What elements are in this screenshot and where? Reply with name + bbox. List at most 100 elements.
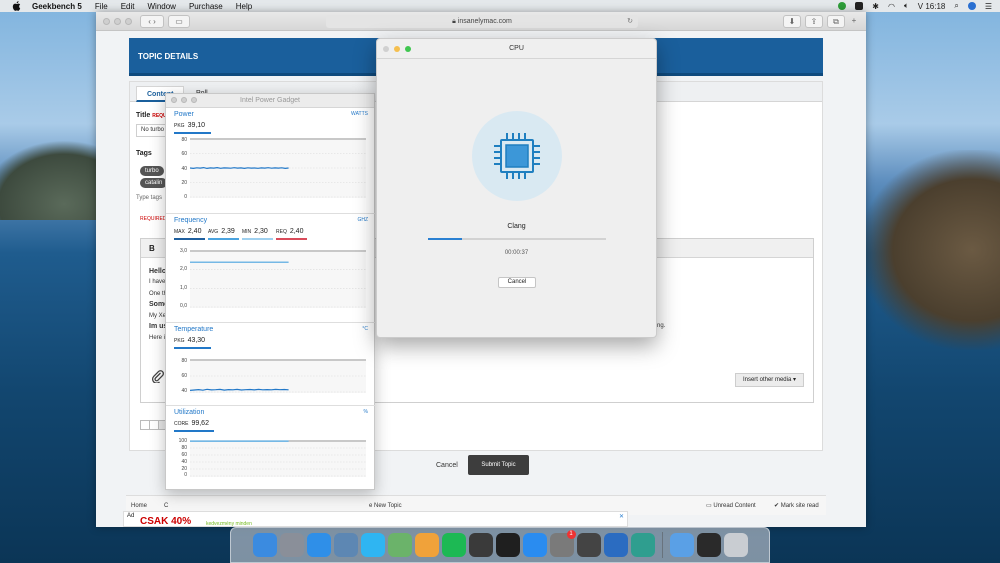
downloads-icon[interactable]: ⬇ [783,15,801,28]
app-store-icon[interactable] [522,533,547,557]
section-unit: GHZ [357,217,368,223]
system-preferences-icon[interactable]: 1 [549,530,576,557]
cpu-titlebar: CPU [377,39,656,59]
address-bar[interactable]: 🔒︎ insanelymac.com ↻ [326,15,638,28]
status-area: ✱ ◠ 🔈︎ V 16:18 ⌕ ☰ [838,0,992,12]
progress-fill [428,238,462,240]
utilization-plot [190,440,366,477]
reload-icon[interactable]: ↻ [627,15,633,28]
back-forward-button[interactable]: ‹ › [140,15,164,28]
launchpad-icon[interactable] [279,533,304,557]
elapsed-time: 00:00:37 [504,250,529,256]
temperature-section: Temperature °C PKG 43,30 80 60 40 [166,323,376,406]
cpu-chip-icon [472,111,562,201]
bluetooth-icon[interactable]: ✱ [872,2,879,11]
temperature-chart-svg [190,359,366,393]
disk-icon[interactable] [576,533,601,557]
tag-chip[interactable]: catalin [140,178,168,188]
menu-file[interactable]: File [95,2,108,11]
dock-separator [661,532,663,558]
bold-button[interactable]: B [149,244,155,253]
menu-window[interactable]: Window [148,2,176,11]
menu-edit[interactable]: Edit [121,2,135,11]
control-center-icon[interactable]: ☰ [985,2,992,11]
add-tab-icon[interactable]: + [847,15,861,28]
url-text: insanelymac.com [457,18,512,25]
photos-icon[interactable] [414,533,439,557]
ad-headline: CSAK 40% [140,516,192,527]
attachment-icon[interactable] [151,369,165,384]
menu-app-name[interactable]: Geekbench 5 [32,2,82,11]
section-title: Temperature [174,326,214,333]
y-tick: 60 [181,452,187,458]
insert-media-button[interactable]: Insert other media ▾ [734,373,804,387]
cancel-button[interactable]: Cancel [498,277,536,288]
zoom-button[interactable] [125,18,132,25]
current-task: Clang [507,223,526,230]
finder-icon[interactable] [252,533,277,557]
utilization-section: Utilization % CORE 99,62 100 80 60 40 20 … [166,406,376,491]
volume-icon[interactable]: 🔈︎ [904,1,909,11]
power-gadget-icon[interactable] [603,533,628,557]
globe-icon[interactable] [468,533,493,557]
y-tick: 40 [181,459,187,465]
spotify-icon[interactable] [441,533,466,557]
metric-req: REQ 2,40 [276,228,307,240]
tag-chip[interactable]: turbo [140,166,164,176]
section-title: Frequency [174,217,208,224]
trash-icon[interactable] [723,533,748,557]
maps-icon[interactable] [387,533,412,557]
terminal-icon[interactable] [696,533,721,557]
section-unit: °C [362,326,368,332]
status-green-icon[interactable] [838,2,847,10]
signature-toggle[interactable] [140,420,168,430]
safari-toolbar: ‹ › ▭ 🔒︎ insanelymac.com ↻ ⬇ ⇪ ⧉ + [96,12,866,31]
close-button[interactable] [103,18,110,25]
dock: 1 [230,527,770,563]
apple-menu-icon[interactable] [12,1,22,11]
wifi-icon[interactable]: ◠ [888,2,895,11]
metric-max: MAX 2,40 [174,228,205,240]
y-tick: 0,0 [180,303,187,309]
clock[interactable]: V 16:18 [918,2,946,11]
status-app-icon[interactable] [855,2,864,10]
menu-purchase[interactable]: Purchase [189,2,223,11]
cliff [860,150,1000,350]
tabs-icon[interactable]: ⧉ [827,15,845,28]
y-tick: 100 [178,438,187,444]
menu-help[interactable]: Help [236,2,252,11]
cancel-link[interactable]: Cancel [436,462,458,469]
share-icon[interactable]: ⇪ [805,15,823,28]
downloads-folder-icon[interactable] [669,533,694,557]
mark-read-link[interactable]: ✔ Mark site read [774,496,819,516]
close-button[interactable] [383,46,389,52]
y-tick: 3,0 [180,248,187,254]
ad-close-icon[interactable]: ✕ [619,513,624,520]
y-tick: 2,0 [180,266,187,272]
menubar: Geekbench 5 File Edit Window Purchase He… [0,0,1000,12]
metric-min: MIN 2,30 [242,228,273,240]
tags-hint: Type tags [136,195,163,201]
check-icon: ✔ [774,503,781,509]
power-gadget-titlebar: Intel Power Gadget [166,94,374,108]
notification-badge: 1 [566,530,576,539]
messages-icon[interactable] [360,533,385,557]
apple-tv-icon[interactable] [495,533,520,557]
submit-topic-button[interactable]: Submit Topic [468,455,529,475]
minimize-button[interactable] [394,46,400,52]
y-tick: 1,0 [180,285,187,291]
preview-icon[interactable] [333,533,358,557]
zoom-button[interactable] [405,46,411,52]
zoom-button[interactable] [191,97,197,103]
safari-icon[interactable] [306,533,331,557]
ad-banner[interactable]: Ad CSAK 40% kedvezmény minden ✕ [123,511,628,527]
minimize-button[interactable] [114,18,121,25]
close-button[interactable] [171,97,177,103]
geekbench-icon[interactable] [630,533,655,557]
section-unit: % [363,409,368,415]
unread-content-link[interactable]: ▭ Unread Content [706,496,756,516]
sidebar-toggle-icon[interactable]: ▭ [168,15,190,28]
spotlight-icon[interactable]: ⌕ [954,1,958,11]
user-icon[interactable] [967,2,976,10]
minimize-button[interactable] [181,97,187,103]
